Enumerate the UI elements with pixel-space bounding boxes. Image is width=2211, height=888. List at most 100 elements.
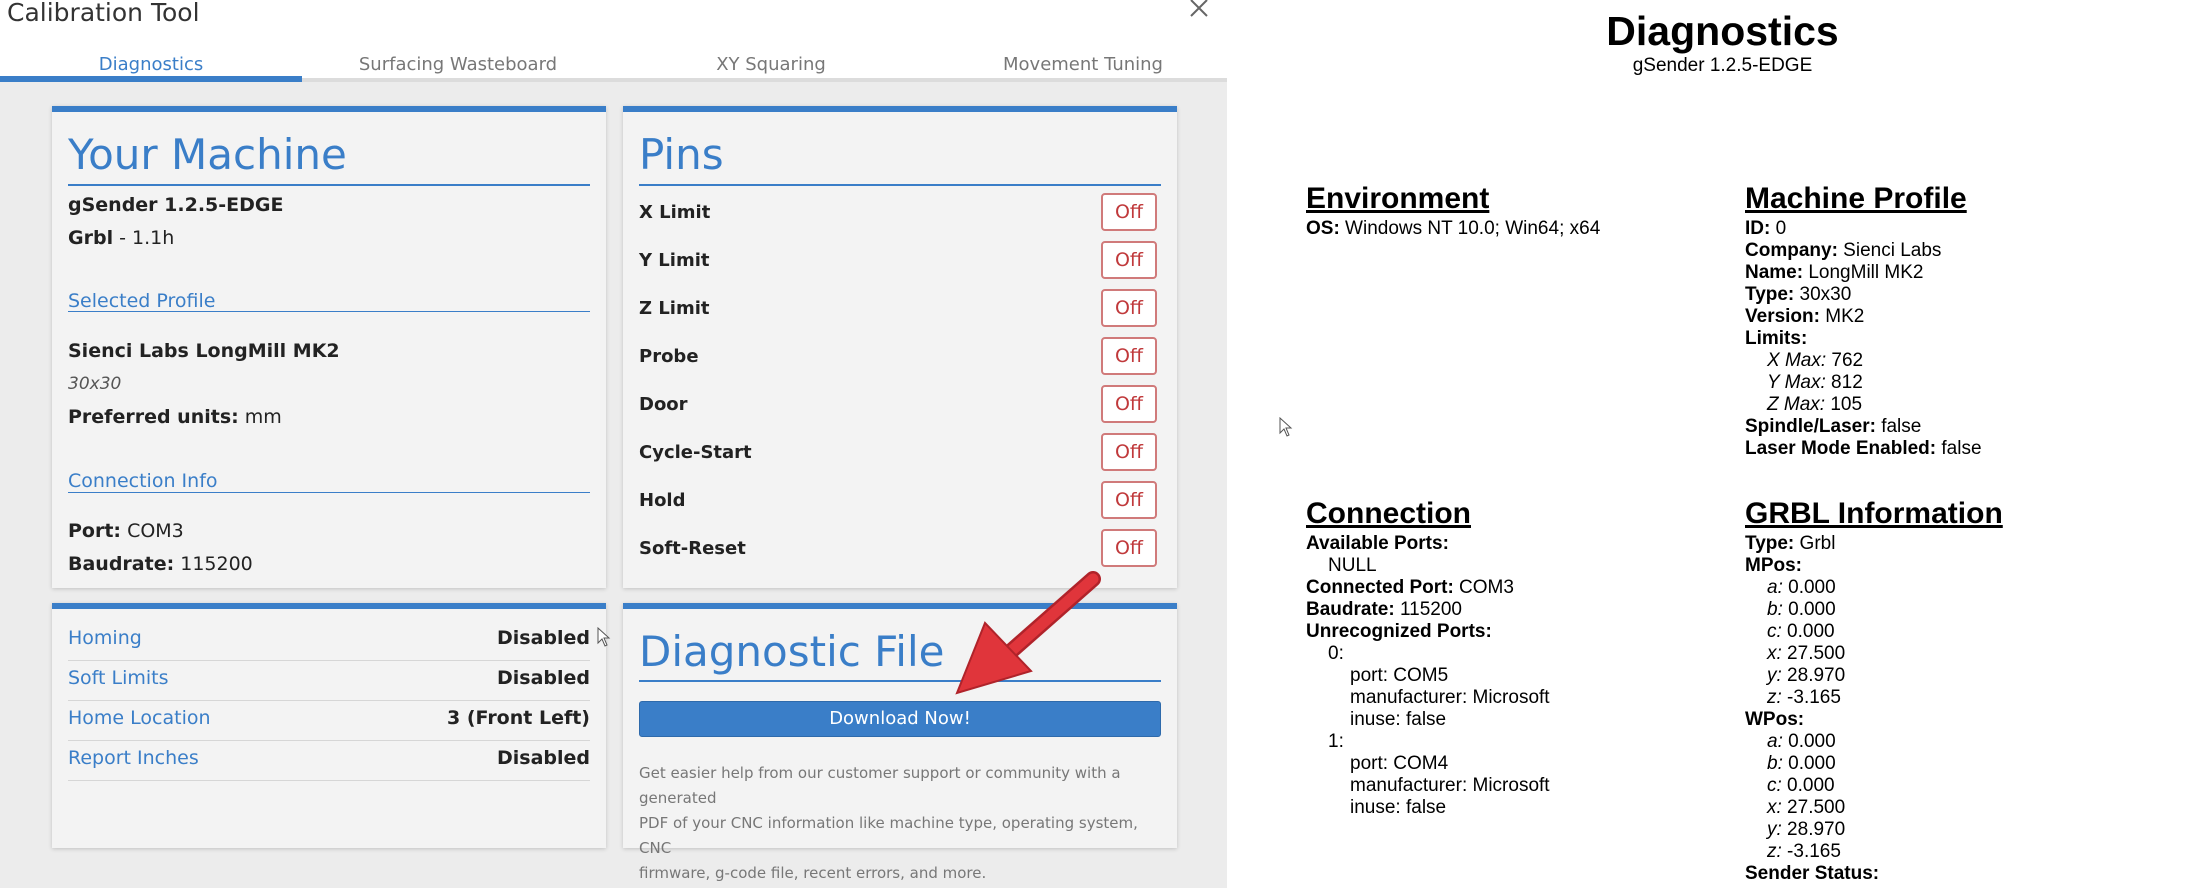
modal-header: Calibration Tool — [0, 0, 1227, 48]
connection-info-heading: Connection Info — [68, 470, 218, 492]
wpos-b: b: 0.000 — [1767, 753, 1836, 774]
heading-divider — [68, 184, 590, 186]
pin-label: Probe — [639, 346, 699, 367]
limit-x-max: X Max: 762 — [1767, 350, 1864, 371]
profile-limits: Limits: — [1745, 328, 1808, 349]
diagnostic-help-text: Get easier help from our customer suppor… — [639, 761, 1167, 886]
pins-card: Pins X Limit Off Y Limit Off Z Limit Off… — [623, 106, 1177, 588]
connection-baudrate: Baudrate: 115200 — [1306, 599, 1462, 620]
pin-label: Soft-Reset — [639, 538, 746, 559]
profile-divider — [68, 311, 590, 312]
report-subtitle: gSender 1.2.5-EDGE — [1632, 55, 1813, 76]
port-index: 1: — [1328, 731, 1344, 752]
wpos-x: x: 27.500 — [1767, 797, 1846, 818]
connected-port: Connected Port: COM3 — [1306, 577, 1514, 598]
profile-name: Name: LongMill MK2 — [1745, 262, 1924, 283]
port-name: port: COM4 — [1350, 753, 1449, 774]
spindle-laser: Spindle/Laser: false — [1745, 416, 1922, 437]
mpos-a: a: 0.000 — [1767, 577, 1836, 598]
setting-row-home-location: Home Location 3 (Front Left) — [68, 701, 590, 741]
profile-name: Sienci Labs LongMill MK2 — [68, 340, 340, 362]
wpos-y: y: 28.970 — [1767, 819, 1846, 840]
pin-label: X Limit — [639, 202, 711, 223]
pin-label: Cycle-Start — [639, 442, 752, 463]
diagnostic-file-heading: Diagnostic File — [639, 627, 945, 676]
pins-heading: Pins — [639, 130, 724, 179]
port-name: port: COM5 — [1350, 665, 1449, 686]
sender-status-label: Sender Status: — [1745, 863, 1880, 884]
profile-id: ID: 0 — [1745, 218, 1787, 239]
os-line: OS: Windows NT 10.0; Win64; x64 — [1306, 218, 1601, 239]
close-icon[interactable] — [1188, 0, 1210, 21]
help-line: firmware, g-code file, recent errors, an… — [639, 864, 987, 882]
port-manufacturer: manufacturer: Microsoft — [1350, 775, 1550, 796]
available-ports-value: NULL — [1328, 555, 1377, 576]
connection-divider — [68, 492, 590, 493]
profile-size: 30x30 — [68, 374, 122, 394]
machine-profile-heading: Machine Profile — [1745, 182, 1967, 215]
setting-row-homing: Homing Disabled — [68, 621, 590, 661]
setting-label[interactable]: Homing — [68, 627, 142, 649]
pin-label: Y Limit — [639, 250, 710, 271]
wpos-c: c: 0.000 — [1767, 775, 1835, 796]
sender-version: gSender 1.2.5-EDGE — [68, 194, 284, 216]
setting-row-report-inches: Report Inches Disabled — [68, 741, 590, 781]
setting-label[interactable]: Soft Limits — [68, 667, 169, 689]
calibration-tool-modal: Calibration Tool Diagnostics Surfacing W… — [0, 0, 1227, 888]
setting-label[interactable]: Report Inches — [68, 747, 199, 769]
mpos-label: MPos: — [1745, 555, 1802, 576]
help-line: PDF of your CNC information like machine… — [639, 814, 1138, 857]
mpos-y: y: 28.970 — [1767, 665, 1846, 686]
help-line: Get easier help from our customer suppor… — [639, 764, 1121, 807]
laser-mode: Laser Mode Enabled: false — [1745, 438, 1982, 459]
port-manufacturer: manufacturer: Microsoft — [1350, 687, 1550, 708]
heading-divider — [639, 184, 1161, 186]
wpos-label: WPos: — [1745, 709, 1805, 730]
pin-z-limit-state[interactable]: Off — [1101, 289, 1157, 327]
profile-type: Type: 30x30 — [1745, 284, 1852, 305]
settings-card: Homing Disabled Soft Limits Disabled Hom… — [52, 603, 606, 848]
environment-heading: Environment — [1306, 182, 1490, 215]
pin-label: Hold — [639, 490, 686, 511]
available-ports-label: Available Ports: — [1306, 533, 1449, 554]
modal-title: Calibration Tool — [7, 0, 200, 27]
mpos-x: x: 27.500 — [1767, 643, 1846, 664]
pin-probe-state[interactable]: Off — [1101, 337, 1157, 375]
profile-version: Version: MK2 — [1745, 306, 1865, 327]
grbl-information-heading: GRBL Information — [1745, 497, 2003, 530]
setting-value: 3 (Front Left) — [447, 707, 590, 729]
mpos-c: c: 0.000 — [1767, 621, 1835, 642]
download-now-button[interactable]: Download Now! — [639, 701, 1161, 737]
pin-hold-state[interactable]: Off — [1101, 481, 1157, 519]
port-info: Port: COM3 — [68, 520, 184, 542]
limit-y-max: Y Max: 812 — [1767, 372, 1863, 393]
pin-door-state[interactable]: Off — [1101, 385, 1157, 423]
tab-movement-tuning[interactable]: Movement Tuning — [932, 54, 1234, 82]
setting-row-soft-limits: Soft Limits Disabled — [68, 661, 590, 701]
setting-value: Disabled — [496, 627, 590, 649]
preferred-units: Preferred units: mm — [68, 406, 282, 428]
mpos-b: b: 0.000 — [1767, 599, 1836, 620]
setting-label[interactable]: Home Location — [68, 707, 211, 729]
limit-z-max: Z Max: 105 — [1767, 394, 1863, 415]
pin-x-limit-state[interactable]: Off — [1101, 193, 1157, 231]
setting-value: Disabled — [496, 747, 590, 769]
mpos-z: z: -3.165 — [1767, 687, 1841, 708]
selected-profile-heading: Selected Profile — [68, 290, 216, 312]
pin-label: Door — [639, 394, 688, 415]
wpos-z: z: -3.165 — [1767, 841, 1841, 862]
report-title: Diagnostics — [1606, 8, 1839, 54]
red-arrow-annotation — [955, 571, 1101, 695]
active-tab-indicator — [0, 76, 302, 82]
pin-y-limit-state[interactable]: Off — [1101, 241, 1157, 279]
connection-heading: Connection — [1306, 497, 1471, 530]
grbl-type: Type: Grbl — [1745, 533, 1836, 554]
pin-cycle-start-state[interactable]: Off — [1101, 433, 1157, 471]
profile-company: Company: Sienci Labs — [1745, 240, 1942, 261]
pin-label: Z Limit — [639, 298, 710, 319]
port-inuse: inuse: false — [1350, 709, 1447, 730]
pin-soft-reset-state[interactable]: Off — [1101, 529, 1157, 567]
tab-xy-squaring[interactable]: XY Squaring — [620, 54, 922, 82]
tab-surfacing-wasteboard[interactable]: Surfacing Wasteboard — [307, 54, 609, 82]
wpos-a: a: 0.000 — [1767, 731, 1836, 752]
